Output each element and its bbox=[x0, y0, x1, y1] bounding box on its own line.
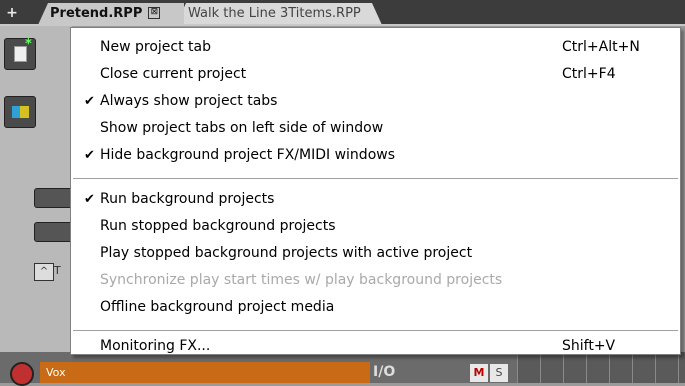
io-button[interactable]: I/O bbox=[373, 364, 395, 380]
menu-item-label: Monitoring FX... bbox=[100, 338, 211, 354]
menu-item-label: Always show project tabs bbox=[100, 93, 278, 109]
collapse-icon[interactable]: ^ bbox=[34, 263, 54, 281]
track-name-field[interactable]: Vox bbox=[40, 362, 370, 383]
project-tab-strip: + Walk the Line 3Titems.RPP Pretend.RPP ⊠ bbox=[0, 0, 685, 26]
new-tab-plus-icon[interactable]: + bbox=[5, 4, 19, 22]
project-tab-context-menu: New project tab Ctrl+Alt+N Close current… bbox=[70, 27, 681, 355]
menu-item-shortcut: Ctrl+F4 bbox=[562, 66, 616, 82]
new-project-icon[interactable] bbox=[4, 37, 36, 70]
menu-item-label: Hide background project FX/MIDI windows bbox=[100, 147, 395, 163]
solo-button[interactable]: S bbox=[490, 364, 508, 382]
checkmark-icon: ✔ bbox=[84, 148, 95, 163]
tab-underline bbox=[0, 24, 685, 26]
menu-item-new-project-tab[interactable]: New project tab Ctrl+Alt+N bbox=[71, 34, 680, 61]
menu-item-offline-background-media[interactable]: Offline background project media bbox=[71, 294, 680, 321]
tab-label: Pretend.RPP bbox=[50, 6, 143, 21]
menu-item-label: Offline background project media bbox=[100, 299, 335, 315]
menu-item-close-current-project[interactable]: Close current project Ctrl+F4 bbox=[71, 61, 680, 88]
main-toolbar: ^ T bbox=[0, 26, 76, 383]
project-settings-icon[interactable] bbox=[4, 96, 36, 128]
record-arm-icon[interactable] bbox=[10, 362, 34, 386]
menu-item-play-stopped-background-projects[interactable]: Play stopped background projects with ac… bbox=[71, 240, 680, 267]
close-tab-icon[interactable]: ⊠ bbox=[148, 6, 161, 19]
timeline-grid bbox=[517, 352, 685, 383]
menu-item-shortcut: Ctrl+Alt+N bbox=[562, 39, 640, 55]
menu-item-synchronize-play-start-times: Synchronize play start times w/ play bac… bbox=[71, 267, 680, 294]
menu-item-label: Run background projects bbox=[100, 191, 275, 207]
toolbar-text: T bbox=[54, 264, 61, 277]
tab-pretend[interactable]: Pretend.RPP ⊠ bbox=[38, 3, 184, 25]
menu-item-label: Synchronize play start times w/ play bac… bbox=[100, 272, 503, 288]
tab-walk-the-line[interactable]: Walk the Line 3Titems.RPP bbox=[176, 3, 382, 25]
menu-item-always-show-project-tabs[interactable]: ✔ Always show project tabs bbox=[71, 88, 680, 115]
menu-item-run-stopped-background-projects[interactable]: Run stopped background projects bbox=[71, 213, 680, 240]
checkmark-icon: ✔ bbox=[84, 192, 95, 207]
menu-item-show-tabs-left-side[interactable]: Show project tabs on left side of window bbox=[71, 115, 680, 142]
mute-button[interactable]: M bbox=[470, 364, 488, 382]
menu-item-label: Close current project bbox=[100, 66, 247, 82]
menu-separator bbox=[73, 330, 678, 332]
menu-item-label: New project tab bbox=[100, 39, 211, 55]
menu-item-shortcut: Shift+V bbox=[562, 338, 616, 354]
menu-item-label: Run stopped background projects bbox=[100, 218, 336, 234]
menu-separator bbox=[73, 178, 678, 180]
checkmark-icon: ✔ bbox=[84, 94, 95, 109]
menu-item-label: Play stopped background projects with ac… bbox=[100, 245, 473, 261]
menu-item-hide-background-fx-windows[interactable]: ✔ Hide background project FX/MIDI window… bbox=[71, 142, 680, 169]
menu-item-monitoring-fx[interactable]: Monitoring FX... Shift+V bbox=[71, 337, 680, 355]
menu-item-run-background-projects[interactable]: ✔ Run background projects bbox=[71, 186, 680, 213]
menu-item-label: Show project tabs on left side of window bbox=[100, 120, 384, 136]
tab-label: Walk the Line 3Titems.RPP bbox=[188, 6, 361, 21]
